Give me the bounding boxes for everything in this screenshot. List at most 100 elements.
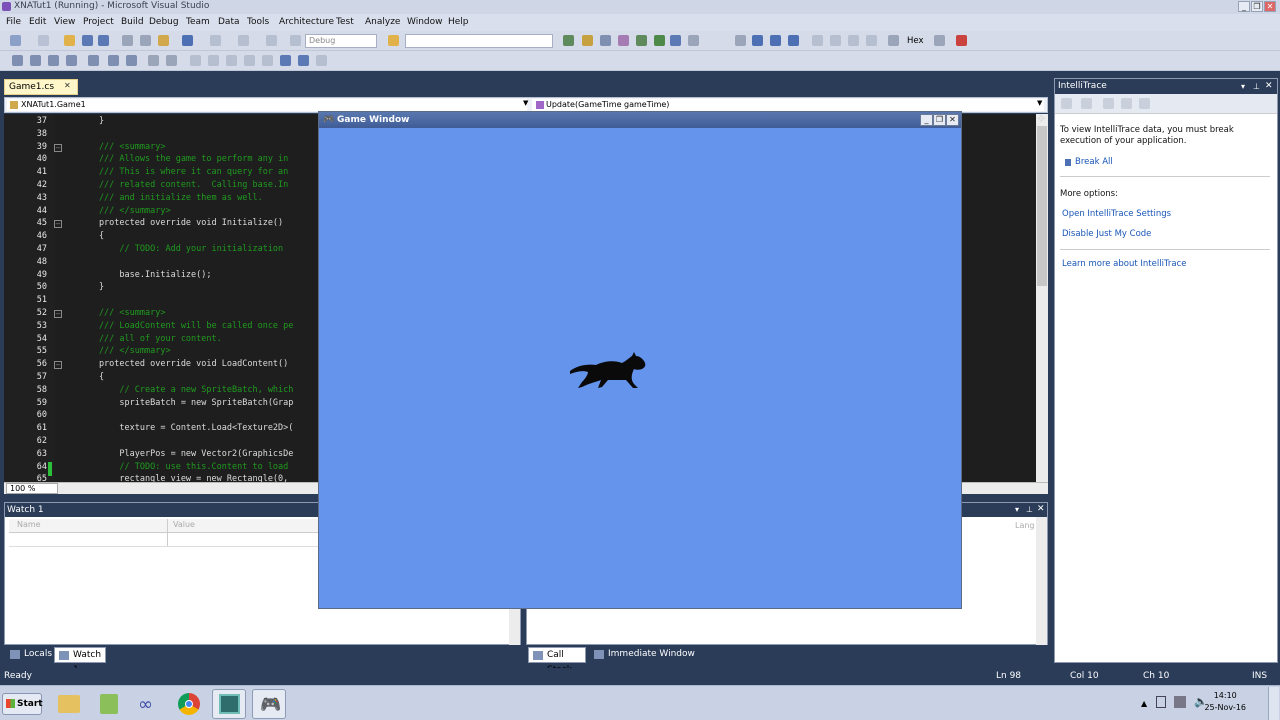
menu-file[interactable]: File (6, 17, 21, 27)
code-line[interactable]: /// related content. Calling base.In (58, 180, 288, 190)
game-close-button[interactable]: ✕ (946, 114, 959, 126)
complete-word-icon[interactable] (66, 55, 77, 66)
call-stack-column-lang[interactable]: Lang (1015, 521, 1035, 530)
code-line[interactable]: /// <summary> (58, 142, 166, 152)
code-line[interactable]: /// </summary> (58, 346, 171, 356)
disable-just-my-code-link[interactable]: Disable Just My Code (1062, 229, 1151, 239)
close-panel-icon[interactable]: ✕ (1265, 79, 1273, 94)
previous-bookmark-folder-icon[interactable] (244, 55, 255, 66)
window-position-icon[interactable]: ▾ (1241, 79, 1245, 94)
undo-icon[interactable] (182, 35, 193, 46)
close-tab-icon[interactable]: ✕ (64, 81, 71, 90)
network-icon[interactable] (1174, 696, 1186, 708)
code-line[interactable]: // TODO: use this.Content to load (58, 462, 288, 472)
decrease-indent-icon[interactable] (108, 55, 119, 66)
add-item-icon[interactable] (38, 35, 49, 46)
zoom-level-select[interactable]: 100 % (6, 483, 58, 494)
menu-window[interactable]: Window (407, 17, 443, 27)
show-desktop-button[interactable] (1268, 687, 1279, 720)
taskbar-notepad[interactable] (92, 689, 126, 719)
code-line[interactable]: /// LoadContent will be called once pe (58, 321, 293, 331)
copy-icon[interactable] (140, 35, 151, 46)
save-icon[interactable] (82, 35, 93, 46)
object-browser-icon[interactable] (600, 35, 611, 46)
flag-icon[interactable] (1156, 696, 1166, 708)
menu-build[interactable]: Build (121, 17, 144, 27)
restore-button[interactable]: ❐ (1251, 1, 1263, 12)
game-window[interactable]: Game Window 🎮 _ ❐ ✕ (318, 111, 962, 609)
step-over-icon[interactable] (848, 35, 859, 46)
previous-bookmark-document-icon[interactable] (280, 55, 291, 66)
taskbar-explorer[interactable] (52, 689, 86, 719)
tab-call-stack[interactable]: Call Stack (528, 647, 586, 675)
editor-scroll-thumb[interactable] (1037, 126, 1047, 286)
code-line[interactable]: /// This is where it can query for an (58, 167, 288, 177)
list-members-icon[interactable] (12, 55, 23, 66)
tab-watch-1[interactable]: Watch 1 (54, 647, 106, 675)
code-line[interactable]: texture = Content.Load<Texture2D>( (58, 423, 293, 433)
command-window-icon[interactable] (670, 35, 681, 46)
open-log-icon[interactable] (1103, 98, 1114, 109)
show-next-statement-icon[interactable] (812, 35, 823, 46)
menu-tools[interactable]: Tools (247, 17, 269, 27)
taskbar-game-window[interactable]: 🎮 (252, 689, 286, 719)
next-bookmark-document-icon[interactable] (298, 55, 309, 66)
code-line[interactable]: protected override void Initialize() (58, 218, 283, 228)
find-combo[interactable] (405, 34, 553, 48)
stop-debugging-icon[interactable] (770, 35, 781, 46)
uncomment-icon[interactable] (166, 55, 177, 66)
call-stack-scrollbar[interactable] (1036, 517, 1047, 645)
open-intellitrace-settings-link[interactable]: Open IntelliTrace Settings (1062, 209, 1171, 219)
game-maximize-button[interactable]: ❐ (933, 114, 946, 126)
start-button[interactable]: Start (2, 693, 43, 715)
previous-bookmark-icon[interactable] (208, 55, 219, 66)
editor-vertical-scrollbar[interactable] (1036, 114, 1048, 482)
menu-data[interactable]: Data (218, 17, 240, 27)
collapse-region-icon[interactable]: − (54, 143, 62, 152)
code-line[interactable]: PlayerPos = new Vector2(GraphicsDe (58, 449, 293, 459)
refresh-icon[interactable] (1121, 98, 1132, 109)
breakpoints-icon[interactable] (934, 35, 945, 46)
toolbox-icon[interactable] (618, 35, 629, 46)
next-bookmark-icon[interactable] (226, 55, 237, 66)
menu-analyze[interactable]: Analyze (365, 17, 400, 27)
save-all-icon[interactable] (98, 35, 109, 46)
code-line[interactable]: } (58, 282, 104, 292)
comment-icon[interactable] (148, 55, 159, 66)
code-line[interactable]: protected override void LoadContent() (58, 359, 288, 369)
learn-more-link[interactable]: Learn more about IntelliTrace (1062, 259, 1187, 269)
show-hidden-icons-icon[interactable]: ▲ (1141, 699, 1147, 708)
code-line[interactable]: /// </summary> (58, 206, 171, 216)
code-line[interactable]: base.Initialize(); (58, 270, 211, 280)
taskbar-chrome[interactable] (172, 689, 206, 719)
properties-icon[interactable] (582, 35, 593, 46)
redo-icon[interactable] (210, 35, 221, 46)
filter-icon[interactable] (1081, 98, 1092, 109)
collapse-region-icon[interactable]: − (54, 310, 62, 318)
chevron-down-icon[interactable]: ▼ (523, 99, 528, 107)
close-panel-icon[interactable]: ✕ (1037, 504, 1045, 514)
quick-watch-icon[interactable] (888, 35, 899, 46)
code-line[interactable]: /// and initialize them as well. (58, 193, 263, 203)
menu-team[interactable]: Team (186, 17, 210, 27)
code-line[interactable]: /// all of your content. (58, 334, 222, 344)
menu-help[interactable]: Help (448, 17, 469, 27)
menu-debug[interactable]: Debug (149, 17, 179, 27)
solution-configuration-select[interactable]: Debug (305, 34, 377, 48)
parameter-info-icon[interactable] (30, 55, 41, 66)
window-position-icon[interactable]: ▾ (1015, 505, 1019, 514)
code-line[interactable]: { (58, 372, 104, 382)
find-in-files-icon[interactable] (388, 35, 399, 46)
minimize-button[interactable]: _ (1238, 1, 1250, 12)
menu-test[interactable]: Test (336, 17, 354, 27)
open-file-icon[interactable] (64, 35, 75, 46)
break-all-icon[interactable] (752, 35, 763, 46)
menu-view[interactable]: View (54, 17, 75, 27)
increase-indent-icon[interactable] (126, 55, 137, 66)
game-minimize-button[interactable]: _ (920, 114, 933, 126)
start-page-icon[interactable] (636, 35, 647, 46)
code-line[interactable]: // Create a new SpriteBatch, which (58, 385, 293, 395)
code-line[interactable]: // TODO: Add your initialization (58, 244, 283, 254)
settings-icon[interactable] (1139, 98, 1150, 109)
solution-explorer-icon[interactable] (563, 35, 574, 46)
